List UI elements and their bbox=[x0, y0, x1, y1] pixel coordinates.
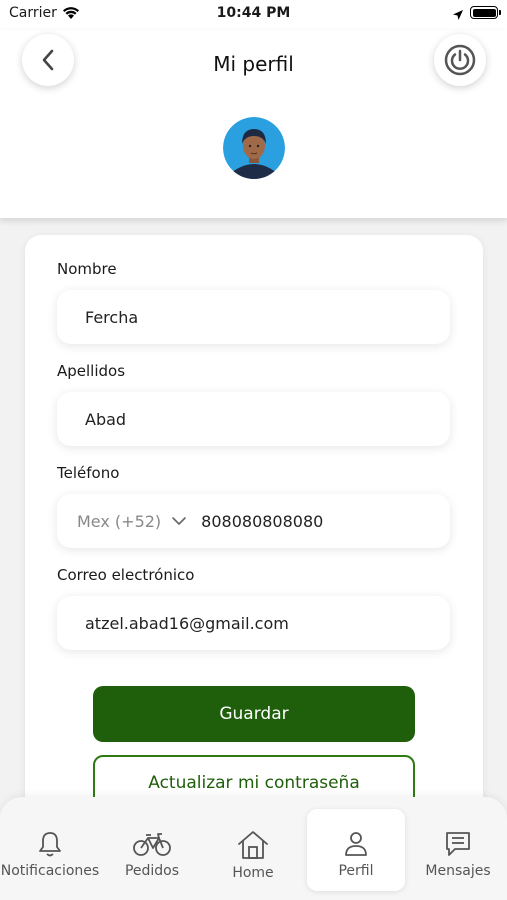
apellidos-value: Abad bbox=[85, 409, 127, 429]
bottom-nav: Notificaciones Pedidos Home Perfil Mensa… bbox=[0, 797, 507, 900]
battery-icon bbox=[470, 6, 501, 19]
nombre-field[interactable]: Fercha bbox=[57, 290, 450, 344]
status-bar: Carrier 10:44 PM bbox=[0, 0, 507, 30]
nav-label-home: Home bbox=[232, 865, 274, 881]
message-icon bbox=[446, 832, 470, 856]
apellidos-field[interactable]: Abad bbox=[57, 392, 450, 446]
nav-item-notificaciones[interactable]: Notificaciones bbox=[0, 809, 100, 891]
bell-icon bbox=[39, 832, 61, 857]
home-icon bbox=[238, 831, 268, 859]
logout-button[interactable] bbox=[434, 34, 486, 86]
location-arrow-icon bbox=[452, 6, 464, 25]
telefono-value: 808080808080 bbox=[201, 511, 324, 531]
nav-item-perfil[interactable]: Perfil bbox=[307, 809, 405, 891]
save-button[interactable]: Guardar bbox=[93, 686, 415, 742]
nav-label-pedidos: Pedidos bbox=[124, 863, 180, 879]
profile-header: Mi perfil bbox=[0, 30, 507, 218]
nav-item-pedidos[interactable]: Pedidos bbox=[104, 809, 200, 891]
nombre-value: Fercha bbox=[85, 307, 139, 327]
nav-item-home[interactable]: Home bbox=[205, 809, 301, 891]
telefono-label: Teléfono bbox=[57, 464, 120, 482]
nombre-label: Nombre bbox=[57, 260, 117, 278]
correo-label: Correo electrónico bbox=[57, 566, 195, 584]
telefono-field[interactable]: Mex (+52) 808080808080 bbox=[57, 494, 450, 548]
profile-form-card: Nombre Fercha Apellidos Abad Teléfono Me… bbox=[25, 235, 483, 835]
chevron-down-icon[interactable] bbox=[171, 516, 187, 526]
status-time: 10:44 PM bbox=[216, 5, 291, 21]
nav-label-mensajes: Mensajes bbox=[425, 863, 491, 879]
nav-label-perfil: Perfil bbox=[338, 863, 374, 879]
country-code-select[interactable]: Mex (+52) bbox=[77, 512, 161, 531]
correo-field[interactable]: atzel.abad16@gmail.com bbox=[57, 596, 450, 650]
avatar[interactable] bbox=[223, 117, 285, 179]
user-icon bbox=[345, 832, 367, 856]
nav-label-notificaciones: Notificaciones bbox=[0, 863, 100, 879]
bicycle-icon bbox=[133, 833, 171, 856]
apellidos-label: Apellidos bbox=[57, 362, 126, 380]
nav-item-mensajes[interactable]: Mensajes bbox=[410, 809, 506, 891]
page-title: Mi perfil bbox=[213, 52, 294, 76]
correo-value: atzel.abad16@gmail.com bbox=[85, 613, 289, 633]
power-icon bbox=[444, 44, 476, 76]
